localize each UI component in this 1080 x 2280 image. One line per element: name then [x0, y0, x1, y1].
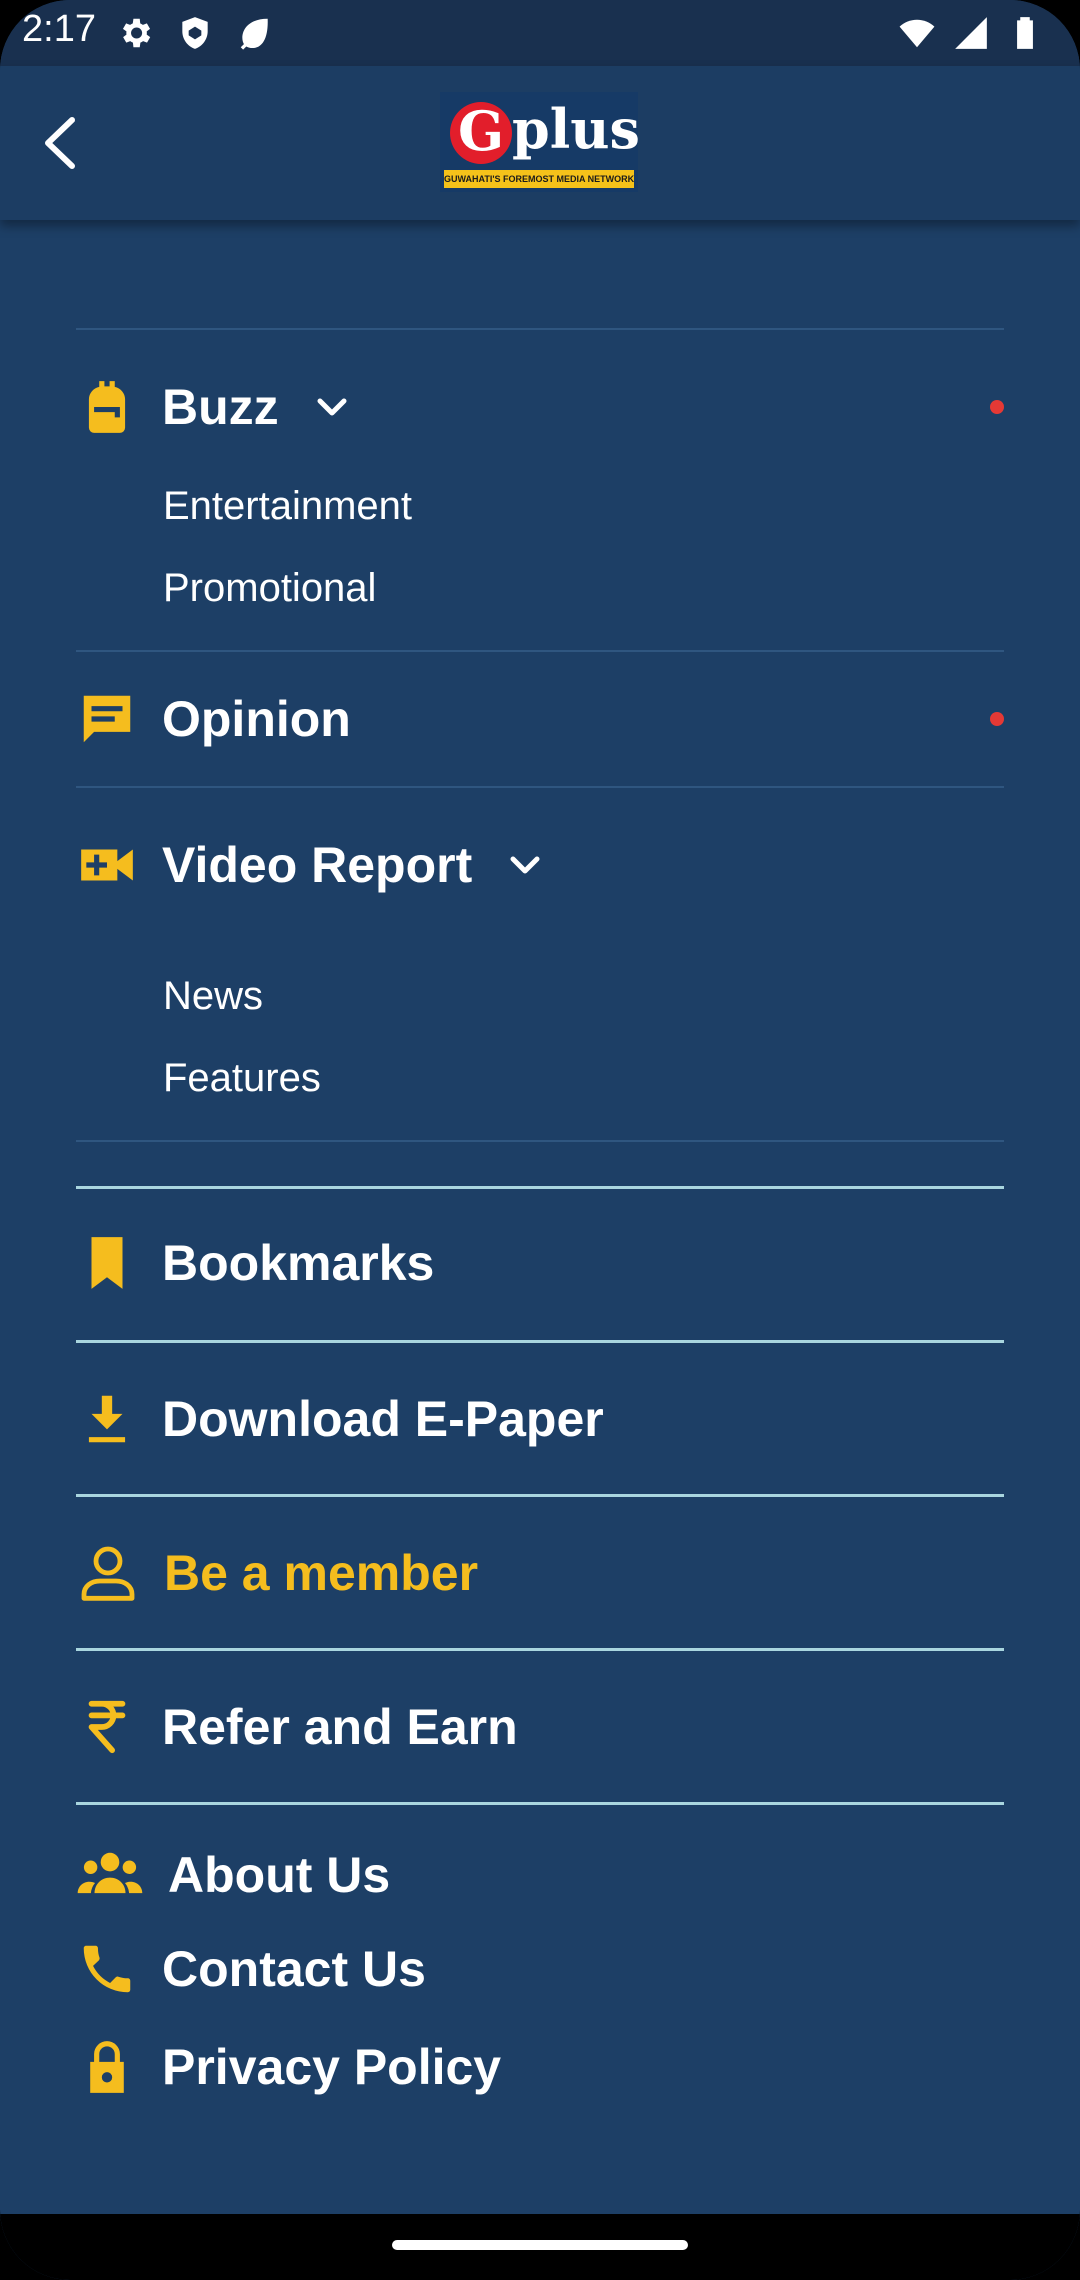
menu-item-download-epaper[interactable]: Download E-Paper	[76, 1388, 1004, 1450]
divider	[76, 328, 1004, 330]
divider	[76, 1340, 1004, 1343]
leaf-icon	[240, 18, 268, 50]
logo-tagline: GUWAHATI'S FOREMOST MEDIA NETWORK	[444, 170, 634, 188]
battery-icon	[1017, 17, 1033, 49]
gear-icon	[122, 18, 151, 48]
home-gesture-handle[interactable]	[392, 2240, 688, 2250]
menu-item-about-us[interactable]: About Us	[76, 1844, 1004, 1906]
divider	[76, 650, 1004, 652]
status-time: 2:17	[22, 8, 96, 50]
shield-icon	[182, 17, 208, 49]
menu-label-download-epaper: Download E-Paper	[162, 1391, 604, 1447]
divider	[76, 1494, 1004, 1497]
menu-item-be-a-member[interactable]: Be a member	[76, 1540, 1004, 1606]
menu-item-buzz[interactable]: Buzz	[76, 376, 1004, 438]
logo-letter: G	[457, 99, 505, 163]
menu-label-opinion: Opinion	[162, 691, 351, 747]
status-right-icons	[898, 14, 1044, 52]
menu-label-contact-us: Contact Us	[162, 1941, 426, 1997]
submenu-item-entertainment[interactable]: Entertainment	[163, 484, 412, 529]
menu-label-privacy-policy: Privacy Policy	[162, 2039, 502, 2095]
new-indicator-dot	[990, 712, 1004, 726]
menu-label-buzz: Buzz	[162, 379, 279, 435]
status-bar: 2:17	[0, 0, 1080, 66]
submenu-item-news[interactable]: News	[163, 974, 263, 1019]
submenu-item-features[interactable]: Features	[163, 1056, 321, 1101]
comment-icon	[83, 695, 131, 743]
signal-icon	[955, 17, 987, 49]
divider	[76, 786, 1004, 788]
divider	[76, 1802, 1004, 1805]
divider	[76, 1140, 1004, 1142]
menu-item-contact-us[interactable]: Contact Us	[76, 1938, 1004, 2000]
divider	[76, 1186, 1004, 1189]
menu-item-privacy-policy[interactable]: Privacy Policy	[76, 2036, 1004, 2098]
lock-icon	[90, 2041, 124, 2093]
download-icon	[88, 1395, 126, 1443]
menu-item-bookmarks[interactable]: Bookmarks	[76, 1232, 1004, 1294]
app-bar: G plus GUWAHATI'S FOREMOST MEDIA NETWORK	[0, 66, 1080, 220]
wifi-icon	[899, 19, 935, 48]
logo-text: plus	[512, 97, 640, 161]
menu-item-video-report[interactable]: Video Report	[76, 834, 1004, 896]
status-left-icons	[116, 14, 274, 52]
phone-icon	[83, 1945, 131, 1993]
menu-label-be-a-member: Be a member	[164, 1545, 479, 1601]
menu-label-refer-and-earn: Refer and Earn	[162, 1699, 518, 1755]
divider	[76, 1648, 1004, 1651]
gplus-logo[interactable]: G plus GUWAHATI'S FOREMOST MEDIA NETWORK	[440, 92, 640, 192]
group-icon	[77, 1852, 143, 1894]
video-add-icon	[81, 849, 133, 881]
menu-label-about-us: About Us	[168, 1847, 391, 1903]
bookmark-icon	[91, 1237, 123, 1289]
menu-label-bookmarks: Bookmarks	[162, 1235, 435, 1291]
backpack-icon	[88, 381, 126, 433]
person-icon	[81, 1546, 135, 1601]
menu-item-opinion[interactable]: Opinion	[76, 688, 1004, 750]
chevron-down-icon[interactable]	[307, 382, 357, 432]
drawer-screen: 2:17 G plus GUWAHATI'S FOREMOST MEDIA NE…	[0, 0, 1080, 2280]
new-indicator-dot	[990, 400, 1004, 414]
rupee-icon	[88, 1700, 126, 1754]
arrow-back-icon[interactable]	[28, 108, 94, 178]
menu-item-refer-and-earn[interactable]: Refer and Earn	[76, 1696, 1004, 1758]
chevron-down-icon[interactable]	[500, 840, 550, 890]
submenu-item-promotional[interactable]: Promotional	[163, 566, 376, 611]
menu-label-video-report: Video Report	[162, 837, 473, 893]
